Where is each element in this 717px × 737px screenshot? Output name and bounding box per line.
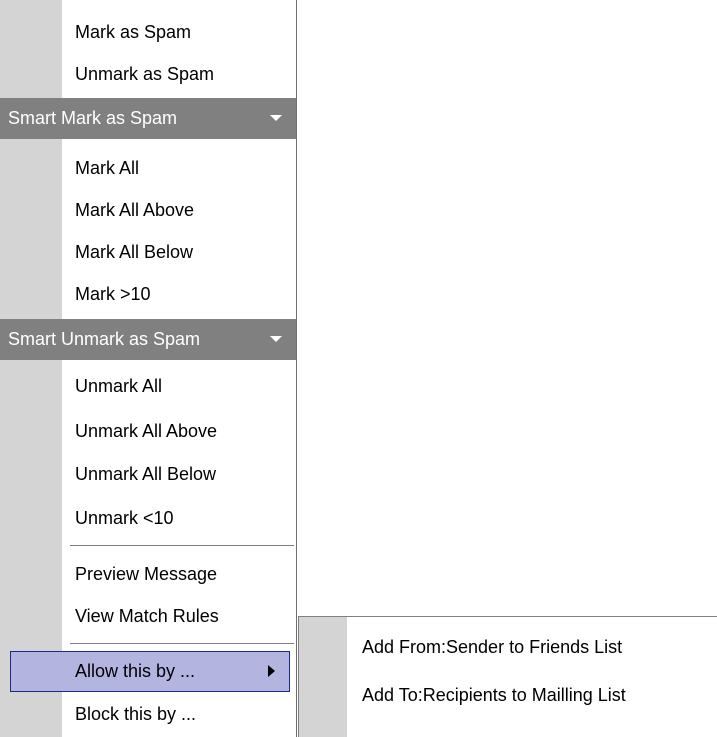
spam-context-menu: Mark as Spam Unmark as Spam Smart Mark a… bbox=[0, 0, 297, 737]
submenu-item-add-recipients-to-mailing-list[interactable]: Add To:Recipients to Mailling List bbox=[299, 675, 717, 716]
menu-item-mark-all[interactable]: Mark All bbox=[0, 148, 296, 189]
menu-item-label: Mark All bbox=[75, 158, 140, 178]
menu-item-label: Mark All Above bbox=[75, 200, 195, 220]
menu-item-unmark-all-above[interactable]: Unmark All Above bbox=[0, 411, 296, 452]
menu-item-unmark-all[interactable]: Unmark All bbox=[0, 366, 296, 407]
menu-item-label: Mark >10 bbox=[75, 284, 151, 304]
submenu-item-add-sender-to-friends[interactable]: Add From:Sender to Friends List bbox=[299, 627, 717, 668]
menu-item-label: View Match Rules bbox=[75, 606, 219, 626]
menu-item-mark-all-below[interactable]: Mark All Below bbox=[0, 232, 296, 273]
menu-item-label: Preview Message bbox=[75, 564, 218, 584]
section-header-smart-mark[interactable]: Smart Mark as Spam bbox=[0, 98, 296, 139]
chevron-down-icon bbox=[270, 115, 282, 121]
section-header-label: Smart Unmark as Spam bbox=[8, 329, 201, 349]
allow-submenu: Add From:Sender to Friends List Add To:R… bbox=[298, 616, 717, 737]
menu-item-label: Allow this by ... bbox=[75, 661, 196, 681]
section-header-label: Smart Mark as Spam bbox=[8, 108, 178, 128]
menu-item-mark-over-10[interactable]: Mark >10 bbox=[0, 274, 296, 315]
menu-separator bbox=[70, 545, 294, 547]
menu-item-preview-message[interactable]: Preview Message bbox=[0, 554, 296, 595]
menu-item-label: Mark as Spam bbox=[75, 22, 192, 42]
menu-item-label: Unmark <10 bbox=[75, 508, 174, 528]
menu-item-mark-all-above[interactable]: Mark All Above bbox=[0, 190, 296, 231]
menu-item-label: Unmark All Below bbox=[75, 464, 217, 484]
menu-item-label: Mark All Below bbox=[75, 242, 194, 262]
menu-item-unmark-as-spam[interactable]: Unmark as Spam bbox=[0, 54, 296, 95]
menu-item-mark-as-spam[interactable]: Mark as Spam bbox=[0, 12, 296, 53]
submenu-item-label: Add To:Recipients to Mailling List bbox=[362, 685, 626, 705]
menu-item-label: Unmark All bbox=[75, 376, 163, 396]
menu-item-block-this-by[interactable]: Block this by ... bbox=[0, 694, 296, 735]
menu-item-label: Unmark as Spam bbox=[75, 64, 215, 84]
section-header-smart-unmark[interactable]: Smart Unmark as Spam bbox=[0, 319, 296, 360]
submenu-item-label: Add From:Sender to Friends List bbox=[362, 637, 623, 657]
menu-item-unmark-all-below[interactable]: Unmark All Below bbox=[0, 454, 296, 495]
menu-item-unmark-under-10[interactable]: Unmark <10 bbox=[0, 498, 296, 539]
menu-item-view-match-rules[interactable]: View Match Rules bbox=[0, 596, 296, 637]
chevron-right-icon bbox=[268, 665, 275, 677]
menu-separator bbox=[70, 643, 294, 645]
menu-item-label: Block this by ... bbox=[75, 704, 197, 724]
chevron-down-icon bbox=[270, 336, 282, 342]
menu-item-label: Unmark All Above bbox=[75, 421, 218, 441]
menu-item-allow-this-by[interactable]: Allow this by ... bbox=[10, 651, 290, 692]
